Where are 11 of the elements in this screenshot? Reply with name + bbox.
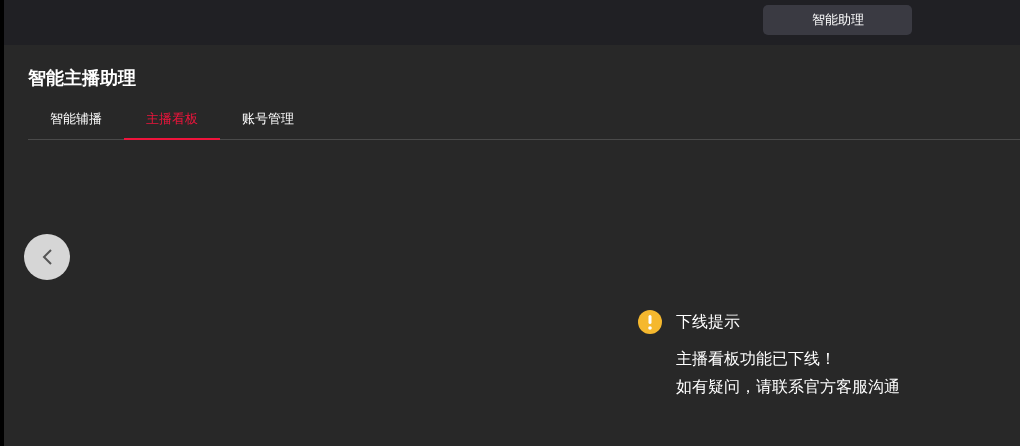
back-button[interactable] bbox=[24, 234, 70, 280]
page-title: 智能主播助理 bbox=[28, 66, 137, 90]
warning-icon bbox=[638, 310, 662, 334]
tab[interactable]: 账号管理 bbox=[220, 99, 316, 140]
notice-text: 主播看板功能已下线！ bbox=[676, 348, 837, 370]
chevron-left-icon bbox=[41, 248, 53, 266]
tab[interactable]: 智能辅播 bbox=[28, 99, 124, 140]
notice-title: 下线提示 bbox=[676, 311, 740, 333]
assistant-button[interactable]: 智能助理 bbox=[763, 5, 912, 35]
notice-text: 如有疑问，请联系官方客服沟通 bbox=[676, 376, 901, 398]
tab[interactable]: 主播看板 bbox=[124, 99, 220, 140]
